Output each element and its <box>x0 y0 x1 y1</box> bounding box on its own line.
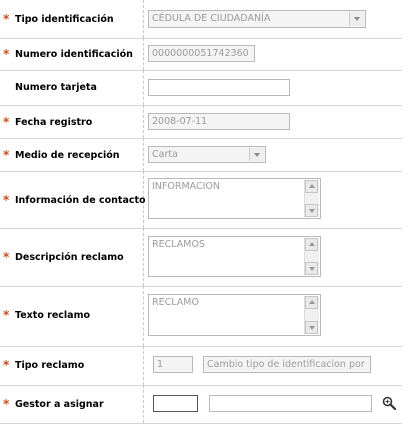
magnifier-icon[interactable] <box>382 396 396 410</box>
medio-recepcion-select[interactable]: Carta <box>148 146 266 163</box>
gestor-name-input[interactable] <box>209 395 372 412</box>
fecha-registro-input[interactable]: 2008-07-11 <box>148 113 290 130</box>
required-marker: * <box>3 250 10 264</box>
texto-reclamo-textarea[interactable]: RECLAMO <box>148 294 321 336</box>
required-marker: * <box>3 47 10 61</box>
scrollbar[interactable] <box>304 180 319 217</box>
row-numero-tarjeta: Numero tarjeta <box>0 70 402 106</box>
claim-form: * Tipo identificación CÉDULA DE CIUDADAN… <box>0 0 406 429</box>
required-marker: * <box>3 148 10 162</box>
row-fecha-registro: * Fecha registro 2008-07-11 <box>0 105 402 139</box>
tipo-identificacion-select[interactable]: CÉDULA DE CIUDADANÍA <box>148 10 366 28</box>
informacion-contacto-textarea[interactable]: INFORMACION <box>148 178 321 219</box>
gestor-asignar-label: Gestor a asignar <box>15 399 104 410</box>
scroll-down-icon[interactable] <box>305 204 318 217</box>
row-medio-recepcion: * Medio de recepción Carta <box>0 138 402 172</box>
descripcion-reclamo-label: Descripción reclamo <box>15 252 124 263</box>
row-descripcion-reclamo: * Descripción reclamo RECLAMOS <box>0 228 402 287</box>
required-marker: * <box>3 308 10 322</box>
numero-identificacion-input[interactable]: 0000000051742360 <box>148 45 255 62</box>
row-tipo-identificacion: * Tipo identificación CÉDULA DE CIUDADAN… <box>0 0 402 39</box>
required-marker: * <box>3 193 10 207</box>
informacion-contacto-label: Información de contacto <box>15 195 146 206</box>
numero-tarjeta-input[interactable] <box>148 79 290 96</box>
required-marker: * <box>3 397 10 411</box>
tipo-reclamo-description-input[interactable]: Cambio tipo de identificacion por <box>203 356 371 373</box>
numero-tarjeta-label: Numero tarjeta <box>15 82 97 93</box>
tipo-identificacion-label: Tipo identificación <box>15 14 114 25</box>
scroll-up-icon[interactable] <box>305 296 318 309</box>
row-informacion-contacto: * Información de contacto INFORMACION <box>0 171 402 229</box>
fecha-registro-label: Fecha registro <box>15 117 93 128</box>
medio-recepcion-label: Medio de recepción <box>15 150 120 161</box>
row-numero-identificacion: * Numero identificación 0000000051742360 <box>0 38 402 71</box>
scroll-down-icon[interactable] <box>305 262 318 275</box>
tipo-identificacion-value: CÉDULA DE CIUDADANÍA <box>152 13 271 24</box>
descripcion-reclamo-textarea[interactable]: RECLAMOS <box>148 236 321 277</box>
scroll-up-icon[interactable] <box>305 238 318 251</box>
texto-reclamo-label: Texto reclamo <box>15 310 91 321</box>
row-tipo-reclamo: * Tipo reclamo 1 Cambio tipo de identifi… <box>0 346 402 386</box>
numero-identificacion-label: Numero identificación <box>15 49 133 60</box>
required-marker: * <box>3 12 10 26</box>
required-marker: * <box>3 115 10 129</box>
chevron-down-icon[interactable] <box>349 12 364 26</box>
texto-reclamo-value: RECLAMO <box>152 297 199 308</box>
scrollbar[interactable] <box>304 296 319 334</box>
required-marker: * <box>3 358 10 372</box>
medio-recepcion-value: Carta <box>152 149 178 160</box>
tipo-reclamo-label: Tipo reclamo <box>15 360 85 371</box>
row-texto-reclamo: * Texto reclamo RECLAMO <box>0 286 402 347</box>
scroll-down-icon[interactable] <box>305 321 318 334</box>
descripcion-reclamo-value: RECLAMOS <box>152 239 205 250</box>
chevron-down-icon[interactable] <box>249 148 264 161</box>
gestor-code-input[interactable] <box>153 395 198 412</box>
row-gestor-asignar: * Gestor a asignar <box>0 385 402 424</box>
scrollbar[interactable] <box>304 238 319 275</box>
tipo-reclamo-code-input[interactable]: 1 <box>153 356 193 373</box>
informacion-contacto-value: INFORMACION <box>152 181 220 192</box>
scroll-up-icon[interactable] <box>305 180 318 193</box>
